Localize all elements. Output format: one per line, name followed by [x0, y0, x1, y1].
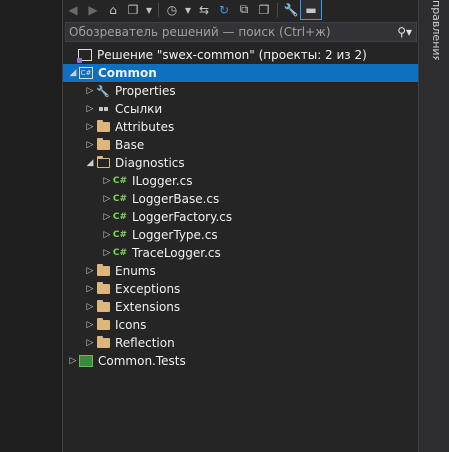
back-icon[interactable]: ◀ [63, 0, 83, 19]
collapsed-arrow-icon[interactable]: ▷ [85, 298, 95, 316]
tree-item-label: ILogger.cs [132, 174, 193, 188]
folder-icon [95, 280, 111, 298]
collapsed-arrow-icon[interactable]: ▷ [85, 82, 95, 100]
tree-item-label: TraceLogger.cs [132, 246, 221, 260]
solution-icon [77, 46, 93, 64]
csharp-file-icon: C# [112, 212, 128, 222]
folder-icon [95, 118, 111, 136]
tree-row[interactable]: ▷ 🔧 Properties [63, 82, 441, 100]
toolbar-separator [158, 2, 159, 17]
folder-icon [95, 136, 111, 154]
wrench-icon: 🔧 [96, 84, 110, 98]
collapsed-arrow-icon[interactable]: ▷ [68, 352, 78, 370]
pending-changes-filter-icon[interactable]: ◷ [162, 0, 182, 19]
search-input[interactable]: Обозреватель решений — поиск (Ctrl+ж) [66, 25, 386, 39]
tree-item-label: Exceptions [115, 282, 181, 296]
right-tool-strip: правления [418, 0, 449, 452]
tree-item-label: Enums [115, 264, 156, 278]
folder-open-icon [95, 154, 111, 172]
tree-item-label: LoggerType.cs [132, 228, 218, 242]
preview-selected-items-icon[interactable]: ▬ [300, 0, 322, 20]
folder-icon [95, 298, 111, 316]
tree-row[interactable]: ▷ C# ILogger.cs [63, 172, 449, 190]
sync-with-active-document-icon[interactable]: ⇆ [194, 0, 214, 19]
collapsed-arrow-icon[interactable]: ▷ [85, 334, 95, 352]
folder-icon [95, 262, 111, 280]
switch-views-icon[interactable]: ❐ [123, 0, 143, 19]
collapsed-arrow-icon[interactable]: ▷ [85, 280, 95, 298]
toolbar-separator [277, 2, 278, 17]
expanded-arrow-icon[interactable]: ◢ [85, 154, 95, 172]
tree-row[interactable]: ▷ Reflection [63, 334, 441, 352]
tree-row[interactable]: ◢ C# Common [63, 64, 424, 82]
solution-explorer-panel: ◀ ▶ ⌂ ❐ ▾ ◷ ▾ ⇆ ↻ ⧉ ❐ 🔧 ▬ Обозреватель р… [62, 0, 424, 452]
folder-icon [95, 316, 111, 334]
tree-item-label: Reflection [115, 336, 175, 350]
tree-row[interactable]: ▷ C# TraceLogger.cs [63, 244, 449, 262]
csharp-project-icon: C# [79, 67, 93, 79]
properties-wrench-icon[interactable]: 🔧 [281, 0, 301, 19]
editor-area-edge [0, 0, 62, 452]
tree-row[interactable]: ▷ Attributes [63, 118, 441, 136]
tree-item-label: Решение "swex-common" (проекты: 2 из 2) [97, 48, 367, 62]
tree-row[interactable]: ▷ Base [63, 136, 441, 154]
tree-item-label: Ссылки [115, 102, 163, 116]
collapsed-arrow-icon[interactable]: ▷ [102, 208, 112, 226]
csharp-file-icon: C# [112, 230, 128, 240]
tree-row[interactable]: ▷ C# LoggerType.cs [63, 226, 449, 244]
no-expander [67, 46, 77, 64]
tree-row[interactable]: ▷ Exceptions [63, 280, 441, 298]
forward-icon[interactable]: ▶ [83, 0, 103, 19]
tree-row[interactable]: ▷ Enums [63, 262, 441, 280]
collapsed-arrow-icon[interactable]: ▷ [85, 262, 95, 280]
tree-row[interactable]: ▷ Ссылки [63, 100, 441, 118]
show-all-files-icon[interactable]: ❐ [254, 0, 274, 19]
folder-icon [95, 334, 111, 352]
search-icon[interactable]: ⚲▾ [386, 25, 416, 39]
solution-explorer-search[interactable]: Обозреватель решений — поиск (Ctrl+ж) ⚲▾ [65, 22, 417, 42]
collapsed-arrow-icon[interactable]: ▷ [85, 118, 95, 136]
tree-row[interactable]: ▷ C# LoggerBase.cs [63, 190, 449, 208]
csharp-file-icon: C# [112, 248, 128, 258]
switch-views-dropdown-icon[interactable]: ▾ [143, 0, 155, 19]
refresh-icon[interactable]: ↻ [214, 0, 234, 19]
tree-item-label: Common [98, 66, 157, 80]
tree-row[interactable]: Решение "swex-common" (проекты: 2 из 2) [63, 46, 423, 64]
test-project-icon [78, 352, 94, 370]
collapsed-arrow-icon[interactable]: ▷ [85, 136, 95, 154]
collapsed-arrow-icon[interactable]: ▷ [85, 316, 95, 334]
collapsed-arrow-icon[interactable]: ▷ [102, 172, 112, 190]
csharp-file-icon: C# [112, 194, 128, 204]
tree-row[interactable]: ▷ Common.Tests [63, 352, 424, 370]
tree-item-label: Extensions [115, 300, 181, 314]
tree-item-label: Icons [115, 318, 147, 332]
tree-row[interactable]: ◢ Diagnostics [63, 154, 441, 172]
expanded-arrow-icon[interactable]: ◢ [68, 64, 78, 82]
tree-row[interactable]: ▷ Extensions [63, 298, 441, 316]
tree-item-label: LoggerFactory.cs [132, 210, 233, 224]
tree-item-label: Properties [115, 84, 176, 98]
collapsed-arrow-icon[interactable]: ▷ [102, 190, 112, 208]
references-icon [95, 100, 111, 118]
tab-properties-vertical[interactable]: правления [427, 0, 445, 60]
pending-changes-dropdown-icon[interactable]: ▾ [182, 0, 194, 19]
csharp-file-icon: C# [112, 176, 128, 186]
tree-row[interactable]: ▷ Icons [63, 316, 441, 334]
tree-item-label: Diagnostics [115, 156, 185, 170]
tree-item-label: Attributes [115, 120, 175, 134]
collapsed-arrow-icon[interactable]: ▷ [102, 226, 112, 244]
collapsed-arrow-icon[interactable]: ▷ [102, 244, 112, 262]
tree-item-label: Common.Tests [98, 354, 186, 368]
collapsed-arrow-icon[interactable]: ▷ [85, 100, 95, 118]
solution-explorer-toolbar: ◀ ▶ ⌂ ❐ ▾ ◷ ▾ ⇆ ↻ ⧉ ❐ 🔧 ▬ [63, 0, 419, 20]
tree-item-label: LoggerBase.cs [132, 192, 220, 206]
home-icon[interactable]: ⌂ [103, 0, 123, 19]
tree-item-label: Base [115, 138, 145, 152]
collapse-all-icon[interactable]: ⧉ [234, 0, 254, 19]
tree-row[interactable]: ▷ C# LoggerFactory.cs [63, 208, 449, 226]
